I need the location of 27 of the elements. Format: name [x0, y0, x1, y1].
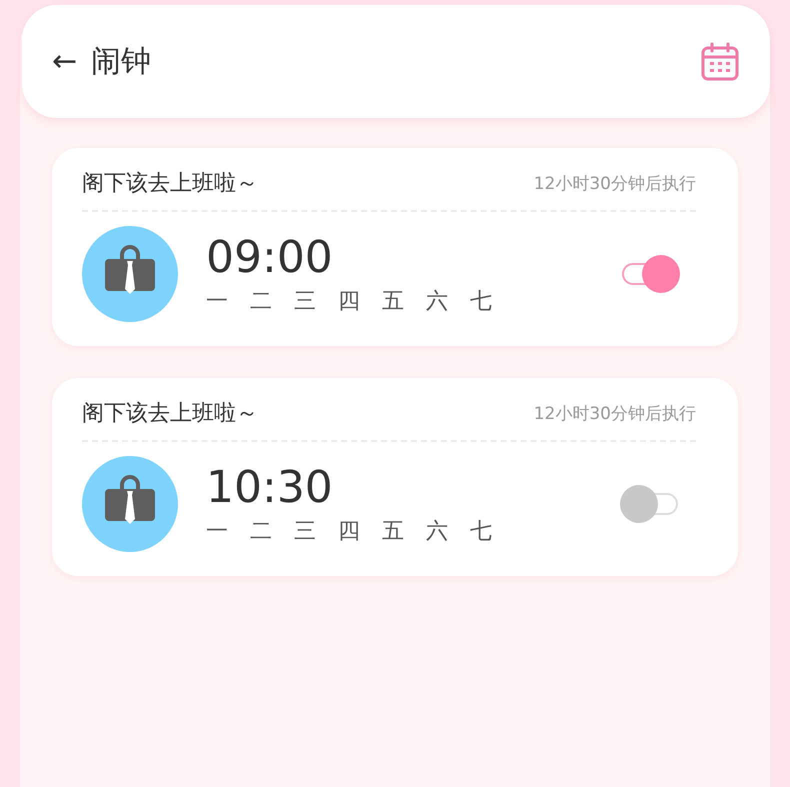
back-button[interactable]: ←: [52, 44, 78, 79]
weekday-label: 二: [250, 518, 272, 546]
page-title: 闹钟: [91, 43, 152, 81]
weekday-label: 四: [338, 288, 360, 316]
countdown-text: 12小时30分钟后执行: [534, 402, 696, 424]
alarm-toggle[interactable]: [620, 484, 680, 524]
weekday-label: 二: [250, 288, 272, 316]
briefcase-icon: [82, 226, 178, 322]
weekday-label: 六: [426, 518, 448, 546]
weekday-label: 七: [470, 518, 492, 546]
weekday-label: 四: [338, 518, 360, 546]
alarm-toggle[interactable]: [620, 254, 680, 294]
weekday-label: 一: [206, 288, 228, 316]
alarm-time: 09:00: [206, 232, 334, 284]
calendar-icon[interactable]: [700, 42, 740, 82]
weekday-label: 五: [382, 288, 404, 316]
countdown-text: 12小时30分钟后执行: [534, 172, 696, 194]
alarm-time: 10:30: [206, 462, 334, 514]
alarm-label: 阁下该去上班啦～: [82, 170, 258, 198]
briefcase-icon: [82, 456, 178, 552]
weekday-label: 六: [426, 288, 448, 316]
weekday-label: 三: [294, 288, 316, 316]
weekday-label: 三: [294, 518, 316, 546]
weekday-label: 七: [470, 288, 492, 316]
alarm-label: 阁下该去上班啦～: [82, 400, 258, 428]
weekday-label: 五: [382, 518, 404, 546]
weekday-label: 一: [206, 518, 228, 546]
